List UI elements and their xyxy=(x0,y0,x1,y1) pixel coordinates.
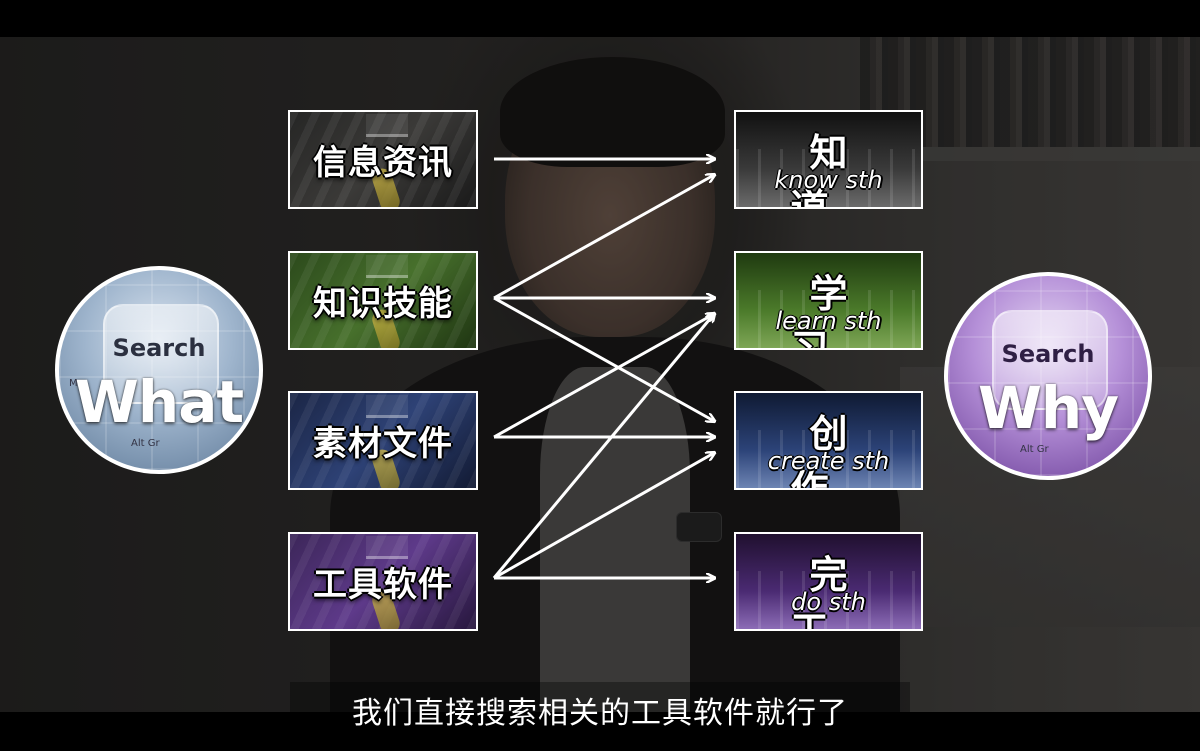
mapping-arrow xyxy=(493,453,714,580)
diagram-overlay: Search What M Alt Gr Search Why Alt Gr 信… xyxy=(0,0,1200,751)
what-key-altgr: Alt Gr xyxy=(131,438,160,449)
video-frame: Search What M Alt Gr Search Why Alt Gr 信… xyxy=(0,0,1200,751)
why-label: Why xyxy=(977,374,1119,442)
what-badge: Search What M Alt Gr xyxy=(55,266,263,474)
what-key-m: M xyxy=(69,378,78,389)
mapping-arrow xyxy=(493,314,714,439)
what-label: What xyxy=(74,368,244,436)
goal-box-learn: 学习 learn sth xyxy=(734,251,923,350)
category-box-info: 信息资讯 xyxy=(288,110,478,209)
why-search-label: Search xyxy=(1001,340,1095,368)
what-search-label: Search xyxy=(112,334,206,362)
goal-box-do: 完工 do sth xyxy=(734,532,923,631)
category-box-knowledge: 知识技能 xyxy=(288,251,478,350)
category-box-tools: 工具软件 xyxy=(288,532,478,631)
category-label: 素材文件 xyxy=(313,424,453,464)
category-label: 信息资讯 xyxy=(313,143,453,183)
goal-box-create: 创作 create sth xyxy=(734,391,923,490)
category-box-materials: 素材文件 xyxy=(288,391,478,490)
category-label: 知识技能 xyxy=(313,284,453,324)
goal-label-en: know sth xyxy=(774,166,883,194)
goal-label-en: create sth xyxy=(767,447,890,475)
why-badge: Search Why Alt Gr xyxy=(944,272,1152,480)
mapping-arrow xyxy=(492,314,714,579)
goal-label-en: learn sth xyxy=(775,307,882,335)
category-label: 工具软件 xyxy=(313,565,453,605)
mapping-arrow xyxy=(493,296,714,421)
goal-label-en: do sth xyxy=(791,588,866,616)
mapping-arrow xyxy=(493,175,714,300)
why-key-altgr: Alt Gr xyxy=(1020,444,1049,455)
subtitle-caption: 我们直接搜索相关的工具软件就行了 xyxy=(290,682,910,738)
goal-box-know: 知道 know sth xyxy=(734,110,923,209)
